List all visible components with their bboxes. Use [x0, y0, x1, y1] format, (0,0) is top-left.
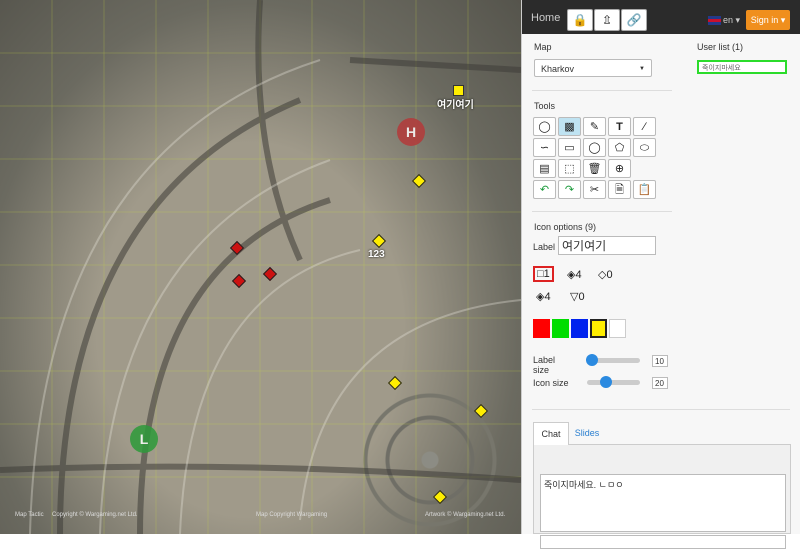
label-input[interactable]: 여기여기 — [558, 236, 656, 255]
chat-pane: 죽이지마세요. ㄴㅁㅇ — [533, 444, 791, 549]
map-grid — [0, 0, 521, 534]
map-zone-h[interactable]: H — [397, 118, 425, 146]
color-swatch-yellow[interactable] — [590, 319, 607, 338]
redo-icon[interactable]: ↷ — [558, 180, 581, 199]
link-icon[interactable]: 🔗 — [621, 9, 647, 31]
chat-input[interactable] — [540, 535, 786, 549]
tools-label: Tools — [534, 101, 556, 111]
divider — [532, 90, 672, 91]
paste-icon[interactable]: 📋 — [633, 180, 656, 199]
icon-options-label: Icon options (9) — [534, 222, 597, 232]
cut-icon[interactable]: ✂ — [583, 180, 606, 199]
label-size-label: Label size — [533, 355, 556, 375]
language-select[interactable]: en ▾ — [708, 15, 740, 26]
text-tool-icon[interactable]: T — [608, 117, 631, 136]
pattern-tool-icon[interactable]: ▩ — [558, 117, 581, 136]
copy-icon[interactable]: 🗎 — [608, 180, 631, 199]
side-panel: Home 🔒 ⇫ 🔗 en ▾ Sign in ▾ Map Kharkov ▼ U… — [521, 0, 800, 549]
map-marker-label: 123 — [368, 249, 385, 260]
rectangle-tool-icon[interactable]: ▭ — [558, 138, 581, 157]
triangle-icon-option[interactable]: ▽0 — [570, 290, 585, 303]
tab-slides[interactable]: Slides — [569, 422, 605, 444]
map-label: Map — [534, 42, 552, 52]
map-zone-l[interactable]: L — [130, 425, 158, 453]
map-select[interactable]: Kharkov ▼ — [534, 59, 652, 77]
divider — [532, 409, 790, 410]
undo-icon[interactable]: ↶ — [533, 180, 556, 199]
grid-tool-icon[interactable]: ⊕ — [608, 159, 631, 178]
striped-diamond-icon-option[interactable]: ◈4 — [536, 290, 551, 303]
navbar: Home 🔒 ⇫ 🔗 en ▾ Sign in ▾ — [522, 0, 800, 34]
circle-tool-icon[interactable]: ◯ — [533, 117, 556, 136]
icon-size-input[interactable]: 20 — [652, 377, 668, 389]
freeform-tool-icon[interactable]: ⬭ — [633, 138, 656, 157]
square-icon-option[interactable]: □1 — [533, 266, 554, 282]
note-tool-icon[interactable]: ▤ — [533, 159, 556, 178]
sign-in-button[interactable]: Sign in ▾ — [746, 10, 790, 30]
tab-chat[interactable]: Chat — [533, 422, 569, 445]
map-caption: Artwork © Wargaming.net Ltd. — [425, 512, 506, 518]
ellipse-tool-icon[interactable]: ◯ — [583, 138, 606, 157]
color-swatch-white[interactable] — [609, 319, 626, 338]
map-caption: Map Copyright Wargaming — [256, 512, 328, 518]
caret-down-icon: ▼ — [639, 66, 645, 72]
label-field-label: Label — [533, 242, 556, 252]
map-marker-label: 여기여기 — [437, 100, 474, 111]
flag-icon — [708, 16, 721, 26]
chat-tabs: 죽이지마세요. ㄴㅁㅇ Chat Slides — [533, 422, 791, 549]
icon-size-knob[interactable] — [599, 376, 612, 388]
pencil-tool-icon[interactable]: ✎ — [583, 117, 606, 136]
divider — [532, 211, 672, 212]
diamond-icon-option[interactable]: ◇0 — [598, 268, 613, 281]
lock-icon[interactable]: 🔒 — [567, 9, 593, 31]
label-size-knob[interactable] — [586, 354, 599, 366]
select-tool-icon[interactable]: ⬚ — [558, 159, 581, 178]
label-size-slider[interactable] — [586, 354, 640, 366]
label-size-input[interactable]: 10 — [652, 355, 668, 367]
map-caption: Copyright © Wargaming.net Ltd. — [52, 512, 138, 518]
line-tool-icon[interactable]: ∕ — [633, 117, 656, 136]
chat-log[interactable]: 죽이지마세요. ㄴㅁㅇ — [540, 474, 786, 532]
color-swatch-blue[interactable] — [571, 319, 588, 338]
home-link[interactable]: Home — [531, 12, 560, 24]
color-swatch-red[interactable] — [533, 319, 550, 338]
map-marker-square[interactable] — [453, 85, 464, 96]
striped-diamond-icon-option[interactable]: ◈4 — [567, 268, 582, 281]
curve-tool-icon[interactable]: ∽ — [533, 138, 556, 157]
color-swatch-green[interactable] — [552, 319, 569, 338]
user-list-item[interactable]: 죽이지마세요 — [697, 60, 787, 74]
icon-size-slider[interactable] — [587, 376, 640, 388]
user-list-label: User list (1) — [697, 42, 744, 52]
map-caption: Map Tactic — [15, 512, 44, 518]
delete-tool-icon[interactable]: 🗑 — [583, 159, 606, 178]
icon-size-label: Icon size — [533, 378, 569, 388]
upload-icon[interactable]: ⇫ — [594, 9, 620, 31]
polygon-tool-icon[interactable]: ⬠ — [608, 138, 631, 157]
map-canvas[interactable]: 여기여기 H L 123 Map Tactic Copyright © Warg… — [0, 0, 521, 534]
